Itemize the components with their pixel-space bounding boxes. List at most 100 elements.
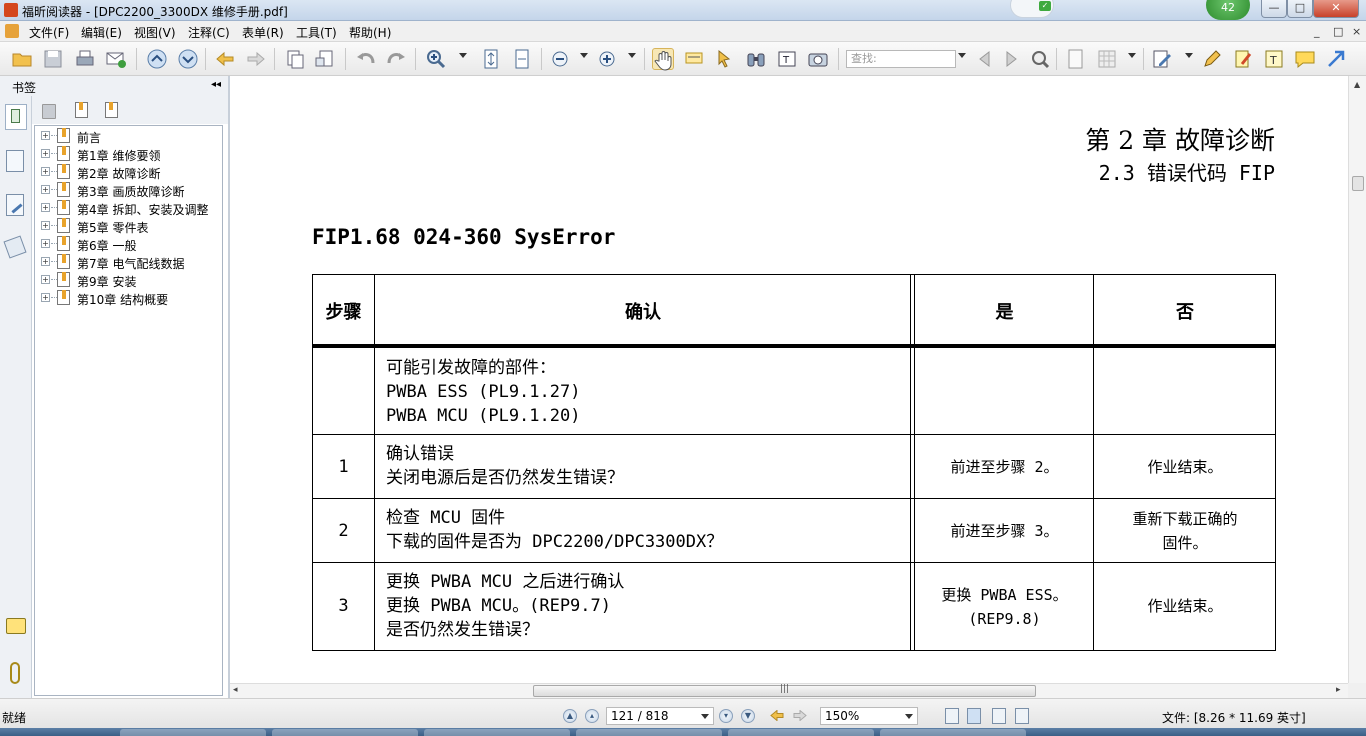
expand-icon[interactable]: + bbox=[41, 221, 50, 230]
bookmark-item[interactable]: + 第1章 维修要领 bbox=[39, 145, 223, 163]
horizontal-scrollbar[interactable]: ◂ ||| ▸ bbox=[230, 683, 1348, 698]
scroll-right-icon[interactable]: ▸ bbox=[1336, 685, 1341, 695]
pages-tab-icon[interactable] bbox=[6, 150, 24, 172]
page-properties-icon[interactable] bbox=[1065, 48, 1087, 70]
menu-tools[interactable]: 工具(T) bbox=[296, 24, 337, 41]
taskbar-item[interactable] bbox=[120, 729, 266, 736]
pencil-tool-icon[interactable] bbox=[1201, 48, 1223, 70]
vertical-scroll-thumb[interactable] bbox=[1352, 176, 1364, 191]
prev-page-icon[interactable]: ▴ bbox=[585, 709, 599, 723]
comment-icon[interactable] bbox=[1294, 48, 1316, 70]
menu-edit[interactable]: 编辑(E) bbox=[81, 24, 122, 41]
expand-icon[interactable]: + bbox=[41, 131, 50, 140]
zoom-out-circle-icon[interactable] bbox=[549, 48, 571, 70]
fit-page-icon[interactable] bbox=[480, 48, 502, 70]
layers-tab-icon[interactable] bbox=[3, 235, 27, 259]
bookmark-item[interactable]: + 第2章 故障诊断 bbox=[39, 163, 223, 181]
comments-tab-icon[interactable] bbox=[6, 618, 26, 634]
snapshot-icon[interactable] bbox=[807, 48, 829, 70]
undo-icon[interactable] bbox=[355, 48, 377, 70]
bookmark-item[interactable]: + 第5章 零件表 bbox=[39, 217, 223, 235]
bookmark-item[interactable]: + 第6章 一般 bbox=[39, 235, 223, 253]
forward-arrow-icon[interactable] bbox=[245, 48, 267, 70]
fit-width-icon[interactable] bbox=[511, 48, 533, 70]
pointer-icon[interactable] bbox=[714, 48, 736, 70]
taskbar-item[interactable] bbox=[272, 729, 418, 736]
menu-comment[interactable]: 注释(C) bbox=[188, 24, 230, 41]
bookmark-item[interactable]: + 第4章 拆卸、安装及调整 bbox=[39, 199, 223, 217]
extract-page-icon[interactable] bbox=[284, 48, 306, 70]
single-page-view-icon[interactable] bbox=[945, 708, 959, 724]
insert-page-icon[interactable] bbox=[314, 48, 336, 70]
maximize-button[interactable]: □ bbox=[1287, 0, 1313, 18]
add-bookmark-icon[interactable] bbox=[75, 102, 88, 118]
scroll-left-icon[interactable]: ◂ bbox=[233, 685, 238, 695]
bookmark-properties-icon[interactable] bbox=[105, 102, 118, 118]
expand-icon[interactable]: + bbox=[41, 293, 50, 302]
zoom-in-icon[interactable] bbox=[425, 48, 447, 70]
bookmark-item[interactable]: + 前言 bbox=[39, 127, 223, 145]
delete-bookmark-icon[interactable] bbox=[42, 104, 56, 119]
taskbar-item[interactable] bbox=[576, 729, 722, 736]
taskbar-item[interactable] bbox=[728, 729, 874, 736]
expand-icon[interactable]: + bbox=[41, 185, 50, 194]
history-back-icon[interactable] bbox=[770, 709, 784, 722]
grid-icon[interactable] bbox=[1096, 48, 1118, 70]
close-button[interactable]: ✕ bbox=[1313, 0, 1359, 18]
bookmark-item[interactable]: + 第3章 画质故障诊断 bbox=[39, 181, 223, 199]
find-previous-icon[interactable] bbox=[973, 48, 995, 70]
taskbar-item[interactable] bbox=[880, 729, 1026, 736]
expand-icon[interactable]: + bbox=[41, 149, 50, 158]
history-forward-icon[interactable] bbox=[793, 709, 807, 722]
bookmark-item[interactable]: + 第7章 电气配线数据 bbox=[39, 253, 223, 271]
expand-icon[interactable]: + bbox=[41, 257, 50, 266]
bookmarks-tab-icon[interactable] bbox=[5, 104, 27, 130]
typewriter-icon[interactable]: T bbox=[776, 48, 798, 70]
page-number-field[interactable]: 121 / 818 bbox=[606, 707, 714, 725]
chevron-down-icon[interactable] bbox=[701, 714, 709, 719]
minimize-button[interactable]: — bbox=[1261, 0, 1287, 18]
arrow-tool-icon[interactable] bbox=[1325, 48, 1347, 70]
next-page-icon[interactable] bbox=[177, 48, 199, 70]
redo-icon[interactable] bbox=[385, 48, 407, 70]
zoom-in-circle-icon[interactable] bbox=[596, 48, 618, 70]
collapse-panel-icon[interactable]: ◂◂ bbox=[211, 79, 221, 90]
open-folder-icon[interactable] bbox=[11, 48, 33, 70]
back-arrow-icon[interactable] bbox=[214, 48, 236, 70]
continuous-view-icon[interactable] bbox=[967, 708, 981, 724]
expand-icon[interactable]: + bbox=[41, 239, 50, 248]
attachments-tab-icon[interactable] bbox=[10, 662, 20, 684]
textbox-icon[interactable]: T bbox=[1263, 48, 1285, 70]
facing-view-icon[interactable] bbox=[992, 708, 1006, 724]
bookmark-item[interactable]: + 第9章 安装 bbox=[39, 271, 223, 289]
next-page-icon[interactable]: ▾ bbox=[719, 709, 733, 723]
note-edit-icon[interactable] bbox=[1151, 48, 1173, 70]
menu-file[interactable]: 文件(F) bbox=[29, 24, 69, 41]
bookmark-item[interactable]: + 第10章 结构概要 bbox=[39, 289, 223, 307]
vertical-scrollbar[interactable]: ▲ bbox=[1348, 76, 1366, 683]
chevron-down-icon[interactable] bbox=[905, 714, 913, 719]
menu-form[interactable]: 表单(R) bbox=[242, 24, 284, 41]
taskbar-item[interactable] bbox=[424, 729, 570, 736]
search-input[interactable]: 查找: bbox=[846, 50, 956, 68]
expand-icon[interactable]: + bbox=[41, 275, 50, 284]
find-next-icon[interactable] bbox=[1001, 48, 1023, 70]
save-icon[interactable] bbox=[42, 48, 64, 70]
previous-page-icon[interactable] bbox=[146, 48, 168, 70]
find-binoculars-icon[interactable] bbox=[745, 48, 767, 70]
select-text-icon[interactable] bbox=[683, 48, 705, 70]
first-page-icon[interactable]: ▲ bbox=[563, 709, 577, 723]
horizontal-scroll-thumb[interactable]: ||| bbox=[533, 684, 1036, 697]
mdi-restore-button[interactable]: □ bbox=[1333, 25, 1343, 38]
hand-tool-icon[interactable] bbox=[652, 48, 674, 71]
expand-icon[interactable]: + bbox=[41, 203, 50, 212]
zoom-field[interactable]: 150% bbox=[820, 707, 918, 725]
notification-badge[interactable]: 42 bbox=[1206, 0, 1250, 20]
highlight-icon[interactable] bbox=[1232, 48, 1254, 70]
print-icon[interactable] bbox=[74, 48, 96, 70]
scroll-up-icon[interactable]: ▲ bbox=[1354, 80, 1360, 89]
last-page-icon[interactable]: ▼ bbox=[741, 709, 755, 723]
continuous-facing-view-icon[interactable] bbox=[1015, 708, 1029, 724]
mdi-close-button[interactable]: × bbox=[1352, 25, 1361, 38]
mdi-minimize-button[interactable]: _ bbox=[1314, 25, 1320, 38]
